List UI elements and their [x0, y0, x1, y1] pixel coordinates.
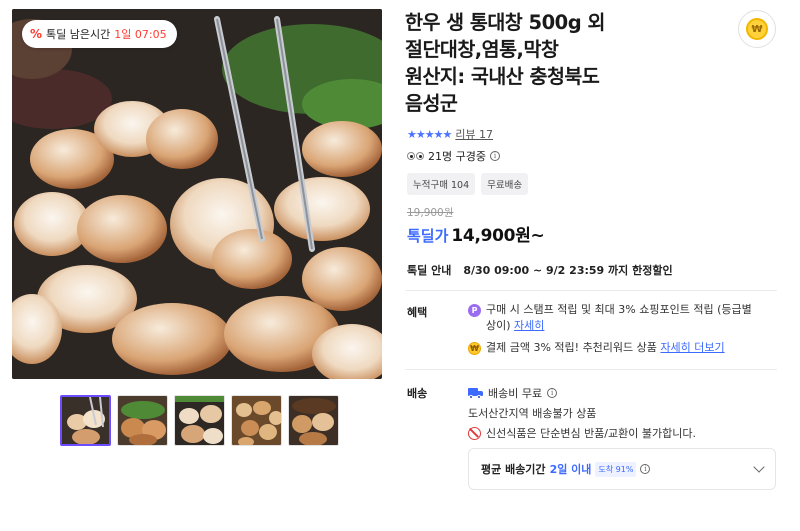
point-icon: P	[468, 304, 481, 317]
delivery-rate-badge: 도착 91%	[595, 461, 637, 477]
shipping-label: 배송	[407, 387, 428, 400]
benefit-stamp-text: 구매 시 스탬프 적립 및 최대 3% 쇼핑포인트 적립 (등급별 상이) 자세…	[486, 303, 752, 332]
percent-icon: %	[30, 27, 43, 41]
share-coin-icon: ₩	[746, 18, 768, 40]
free-shipping-row: 배송비 무료 i	[468, 385, 558, 401]
tag-cumulative-purchase: 누적구매 104	[407, 173, 476, 195]
coin-icon: ₩	[468, 342, 481, 355]
deal-price-value: 14,900원~	[451, 226, 545, 246]
title-line-4: 음성군	[405, 92, 458, 115]
benefit-reward-text: 결제 금액 3% 적립! 추천리워드 상품 자세히 더보기	[486, 341, 725, 354]
deal-timer-value: 1일 07:05	[114, 28, 167, 41]
average-delivery-dropdown[interactable]: 평균 배송기간 2일 이내 도착 91% i	[468, 448, 776, 490]
review-count-link[interactable]: 리뷰 17	[455, 126, 493, 142]
free-shipping-text: 배송비 무료	[488, 387, 543, 400]
shipping-info-icon[interactable]: i	[547, 388, 558, 398]
fresh-food-notice-row: 신선식품은 단순변심 반품/교환이 불가합니다.	[468, 425, 696, 441]
truck-icon	[468, 388, 483, 399]
thumbnail-strip	[60, 395, 339, 446]
deal-timer-label: 톡딜 남은시간	[46, 28, 111, 41]
title-line-3: 원산지: 국내산 충청북도	[405, 65, 600, 88]
region-restriction-text: 도서산간지역 배송불가 상품	[468, 407, 597, 420]
star-rating-icon: ★★★★★	[407, 127, 452, 141]
thumbnail-3[interactable]	[174, 395, 225, 446]
no-return-icon	[468, 426, 481, 440]
thumbnail-4[interactable]	[231, 395, 282, 446]
benefit-item-reward: ₩ 결제 금액 3% 적립! 추천리워드 상품 자세히 더보기	[468, 340, 768, 356]
average-delivery-label: 평균 배송기간	[481, 463, 546, 476]
food-photo	[12, 9, 382, 379]
more-details-link[interactable]: 자세히 더보기	[660, 341, 724, 354]
original-price: 19,900원	[407, 207, 454, 219]
benefits-label: 혜택	[407, 306, 428, 319]
benefit-item-stamp: P 구매 시 스탬프 적립 및 최대 3% 쇼핑포인트 적립 (등급별 상이) …	[468, 302, 758, 334]
divider	[405, 290, 777, 291]
title-line-2: 절단대창,염통,막창	[405, 38, 559, 61]
watchers-row: 21명 구경중 i	[407, 148, 500, 164]
thumbnail-1[interactable]	[60, 395, 111, 446]
deal-price-label: 톡딜가	[407, 227, 449, 245]
thumbnail-2[interactable]	[117, 395, 168, 446]
delivery-info-icon[interactable]: i	[640, 464, 651, 474]
region-restriction-row: 도서산간지역 배송불가 상품	[468, 405, 596, 421]
divider	[405, 369, 777, 370]
chevron-down-icon	[753, 461, 765, 473]
details-link[interactable]: 자세히	[514, 319, 544, 332]
main-product-image: % 톡딜 남은시간 1일 07:05	[12, 9, 382, 379]
deal-info-label: 톡딜 안내	[407, 264, 452, 277]
fresh-food-notice-text: 신선식품은 단순변심 반품/교환이 불가합니다.	[486, 427, 696, 440]
eyes-icon	[407, 152, 424, 160]
product-title: 한우 생 통대창 500g 외 절단대창,염통,막창 원산지: 국내산 충청북도…	[405, 9, 675, 117]
deal-timer-badge: % 톡딜 남은시간 1일 07:05	[22, 20, 177, 48]
title-line-1: 한우 생 통대창 500g 외	[405, 11, 605, 34]
deal-info-period: 8/30 09:00 ~ 9/2 23:59 까지 한정할인	[463, 264, 673, 277]
share-coin-button[interactable]: ₩	[738, 10, 776, 48]
deal-info-row: 톡딜 안내 8/30 09:00 ~ 9/2 23:59 까지 한정할인	[407, 262, 673, 278]
deal-price-row: 톡딜가 14,900원~	[407, 221, 545, 246]
info-icon[interactable]: i	[489, 151, 500, 161]
watchers-count: 21명 구경중	[428, 150, 486, 163]
rating-row: ★★★★★ 리뷰 17	[407, 126, 493, 142]
average-delivery-value: 2일 이내	[549, 463, 592, 476]
tag-free-shipping: 무료배송	[481, 173, 529, 195]
thumbnail-5[interactable]	[288, 395, 339, 446]
product-tags: 누적구매 104 무료배송	[407, 173, 529, 195]
